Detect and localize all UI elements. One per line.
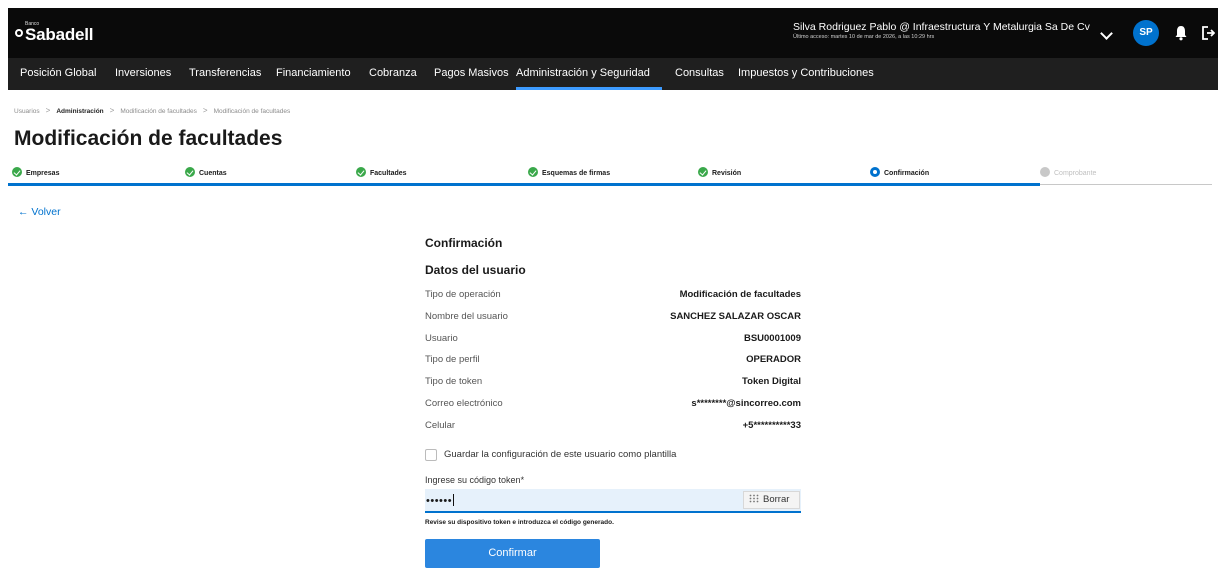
clear-button[interactable]: Borrar (743, 491, 800, 509)
keypad-icon (749, 494, 759, 503)
page-title: Modificación de facultades (14, 127, 283, 150)
progress-steps: Empresas Cuentas Facultades Esquemas de … (8, 164, 1212, 186)
token-label: Ingrese su código token* (425, 475, 525, 485)
breadcrumb-separator: > (109, 106, 115, 115)
token-input[interactable]: •••••• Borrar (425, 489, 801, 513)
template-checkbox-label[interactable]: Guardar la configuración de este usuario… (444, 449, 676, 460)
step-label: Revisión (712, 170, 742, 177)
clear-label: Borrar (763, 494, 790, 505)
step-empresas: Empresas (12, 167, 59, 177)
step-cuentas: Cuentas (185, 167, 227, 177)
logo-text: Sabadell (25, 25, 94, 44)
breadcrumb-current: Modificación de facultades (213, 108, 291, 115)
nav-impuestos[interactable]: Impuestos y Contribuciones (738, 58, 874, 90)
row-value: OPERADOR (746, 354, 801, 365)
pending-step-icon (1040, 167, 1050, 177)
sabadell-logo[interactable]: Banco Sabadell (15, 21, 105, 47)
breadcrumb: Usuarios > Administración > Modificación de … (14, 106, 290, 115)
steps-progress-bar (8, 183, 1040, 186)
row-tipo-operacion: Tipo de operación Modificación de facult… (425, 289, 801, 305)
check-icon (12, 167, 22, 177)
row-label: Usuario (425, 333, 458, 344)
step-revision: Revisión (698, 167, 741, 177)
breadcrumb-usuarios[interactable]: Usuarios (14, 108, 40, 115)
current-step-icon (870, 167, 880, 177)
check-icon (185, 167, 195, 177)
step-label: Esquemas de firmas (542, 170, 611, 177)
step-label: Empresas (26, 170, 60, 177)
nav-inversiones[interactable]: Inversiones (115, 58, 171, 90)
row-value: Modificación de facultades (679, 289, 801, 300)
nav-administracion-seguridad[interactable]: Administración y Seguridad (516, 58, 662, 90)
step-facultades: Facultades (356, 167, 407, 177)
avatar[interactable]: SP (1133, 20, 1159, 46)
nav-pagos-masivos[interactable]: Pagos Masivos (434, 58, 509, 90)
check-icon (698, 167, 708, 177)
row-value: Token Digital (742, 376, 801, 387)
row-correo: Correo electrónico s********@sincorreo.c… (425, 398, 801, 414)
nav-transferencias[interactable]: Transferencias (189, 58, 261, 90)
step-label: Confirmación (884, 170, 930, 177)
user-info: Silva Rodriguez Pablo @ Infraestructura … (793, 21, 1093, 40)
check-icon (356, 167, 366, 177)
nav-posicion-global[interactable]: Posición Global (20, 58, 96, 90)
steps-remaining-bar (1040, 184, 1212, 185)
top-header: Banco Sabadell Silva Rodriguez Pablo @ I… (8, 8, 1218, 58)
check-icon (528, 167, 538, 177)
logout-icon[interactable] (1201, 25, 1215, 41)
page-margin (0, 0, 8, 568)
nav-financiamiento[interactable]: Financiamiento (276, 58, 351, 90)
token-masked-value: •••••• (426, 495, 453, 507)
user-name: Silva Rodriguez Pablo @ Infraestructura … (793, 21, 1090, 33)
logo-mark-icon (15, 29, 23, 37)
breadcrumb-modificacion[interactable]: Modificación de facultades (120, 108, 197, 115)
breadcrumb-separator: > (202, 106, 208, 115)
row-label: Tipo de operación (425, 289, 501, 300)
confirm-button[interactable]: Confirmar (425, 539, 600, 568)
row-label: Correo electrónico (425, 398, 503, 409)
token-value[interactable]: •••••• (426, 494, 455, 507)
row-value: +5**********33 (742, 420, 801, 431)
row-value: BSU0001009 (743, 333, 801, 344)
breadcrumb-administracion[interactable]: Administración (56, 108, 103, 115)
step-label: Cuentas (199, 170, 227, 177)
step-label: Comprobante (1054, 170, 1097, 177)
row-tipo-perfil: Tipo de perfil OPERADOR (425, 354, 801, 370)
token-hint: Revise su dispositivo token e introduzca… (425, 519, 614, 526)
row-nombre-usuario: Nombre del usuario SANCHEZ SALAZAR OSCAR (425, 311, 801, 327)
row-label: Celular (425, 420, 456, 431)
row-celular: Celular +5**********33 (425, 420, 801, 436)
step-esquemas: Esquemas de firmas (528, 167, 610, 177)
form-subtitle: Datos del usuario (425, 263, 526, 277)
form-title: Confirmación (425, 236, 503, 250)
back-link[interactable]: ← Volver (18, 206, 61, 218)
row-tipo-token: Tipo de token Token Digital (425, 376, 801, 392)
bell-icon[interactable] (1174, 25, 1188, 41)
nav-consultas[interactable]: Consultas (675, 58, 724, 90)
breadcrumb-separator: > (45, 106, 51, 115)
row-value: SANCHEZ SALAZAR OSCAR (670, 311, 801, 322)
step-label: Facultades (370, 170, 407, 177)
row-label: Tipo de token (425, 376, 483, 387)
row-label: Tipo de perfil (425, 354, 480, 365)
text-caret (453, 494, 455, 506)
last-access: Último acceso: martes 10 de mar de 2026,… (793, 34, 935, 40)
chevron-down-icon[interactable] (1100, 27, 1113, 40)
step-comprobante: Comprobante (1040, 167, 1096, 177)
row-usuario: Usuario BSU0001009 (425, 333, 801, 349)
step-confirmacion: Confirmación (870, 167, 929, 177)
main-nav: Posición Global Inversiones Transferenci… (8, 58, 1218, 90)
row-value: s********@sincorreo.com (691, 398, 801, 409)
nav-cobranza[interactable]: Cobranza (369, 58, 417, 90)
template-checkbox[interactable] (425, 449, 437, 461)
row-label: Nombre del usuario (425, 311, 508, 322)
